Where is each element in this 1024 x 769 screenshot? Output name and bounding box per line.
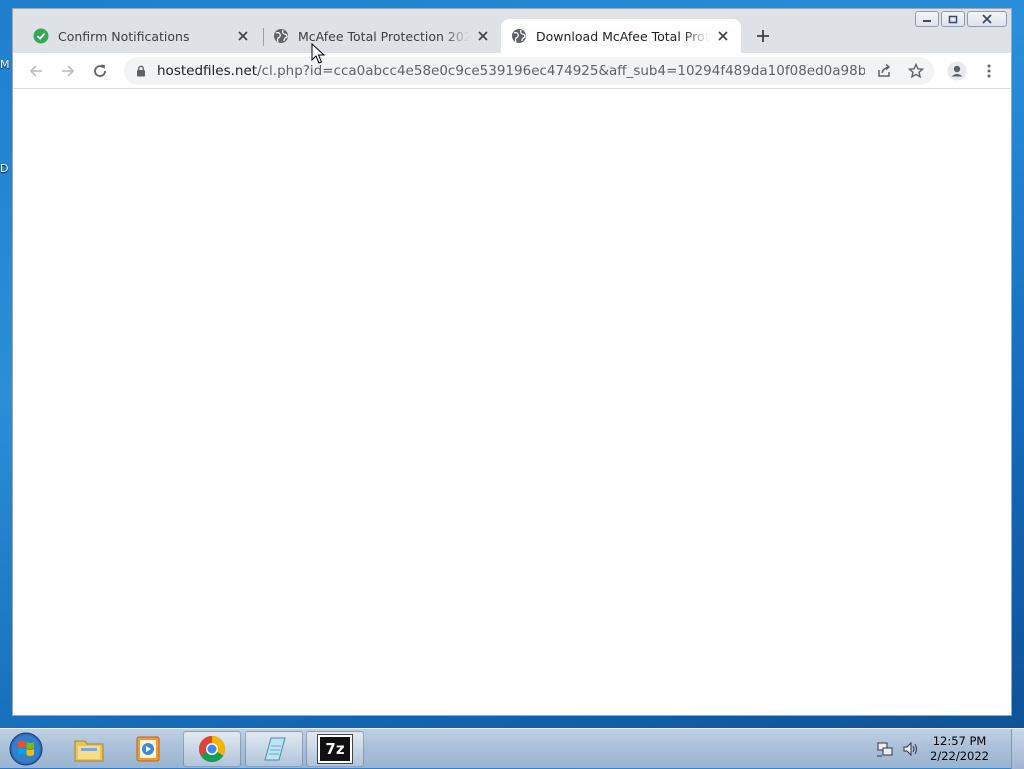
tab-confirm-notifications[interactable]: Confirm Notifications: [23, 19, 261, 53]
taskbar-explorer-button[interactable]: [60, 731, 118, 767]
browser-window: Confirm Notifications McAfee Total Prote…: [12, 8, 1012, 716]
reload-button[interactable]: [88, 59, 112, 83]
more-vert-icon: [987, 64, 991, 78]
url-host: hostedfiles.net: [157, 63, 258, 79]
tab-download-mcafee[interactable]: Download McAfee Total Protection: [501, 19, 741, 53]
lock-icon[interactable]: [134, 64, 148, 78]
tab-close-icon[interactable]: [475, 28, 491, 44]
globe-icon: [273, 28, 289, 44]
7zip-icon: 7z: [317, 734, 353, 764]
profile-button[interactable]: [945, 59, 969, 83]
desktop-icon-label: D: [0, 162, 9, 175]
url-text[interactable]: hostedfiles.net/cl.php?id=cca0abcc4e58e0…: [157, 63, 865, 79]
7zip-label: 7z: [325, 740, 345, 758]
share-icon[interactable]: [874, 61, 894, 81]
tab-close-icon[interactable]: [715, 28, 731, 44]
system-tray: 12:57 PM 2/22/2022: [876, 729, 1024, 769]
show-desktop-button[interactable]: [1011, 729, 1024, 769]
taskbar-chrome-button[interactable]: [183, 731, 241, 767]
plus-icon: [757, 30, 769, 42]
desktop-icon-label: M: [0, 58, 10, 71]
tab-close-icon[interactable]: [235, 28, 251, 44]
avatar-icon: [947, 61, 967, 81]
url-path: /cl.php?id=cca0abcc4e58e0c9ce539196ec474…: [257, 63, 865, 79]
windows-start-icon: [9, 732, 43, 766]
notepad-icon: [264, 737, 286, 761]
globe-icon: [511, 28, 527, 44]
media-player-icon: [136, 736, 160, 762]
mouse-cursor-icon: [311, 43, 325, 64]
tab-title: McAfee Total Protection 2022 Full: [298, 28, 469, 44]
taskbar-notepad-button[interactable]: [245, 731, 303, 767]
volume-icon[interactable]: [902, 740, 920, 758]
tab-mcafee-full[interactable]: McAfee Total Protection 2022 Full: [263, 19, 501, 53]
check-circle-icon: [33, 28, 49, 44]
taskbar: 7z 12:57 PM 2/22/2022: [0, 728, 1024, 769]
forward-button[interactable]: [56, 59, 80, 83]
bookmark-star-icon[interactable]: [906, 61, 926, 81]
taskbar-media-player-button[interactable]: [120, 731, 178, 767]
back-arrow-icon: [29, 65, 42, 77]
system-clock[interactable]: 12:57 PM 2/22/2022: [930, 734, 989, 764]
tab-title: Confirm Notifications: [58, 28, 190, 44]
taskbar-7zip-button[interactable]: 7z: [306, 731, 364, 767]
network-icon[interactable]: [876, 740, 894, 758]
page-content: [13, 89, 1011, 715]
chrome-icon: [198, 735, 226, 763]
browser-toolbar: hostedfiles.net/cl.php?id=cca0abcc4e58e0…: [13, 53, 1011, 89]
clock-date: 2/22/2022: [930, 749, 989, 763]
forward-arrow-icon: [62, 65, 75, 77]
reload-icon: [94, 64, 106, 77]
address-bar[interactable]: hostedfiles.net/cl.php?id=cca0abcc4e58e0…: [124, 57, 934, 85]
start-button[interactable]: [6, 731, 46, 767]
tab-title: Download McAfee Total Protection: [536, 28, 709, 44]
menu-button[interactable]: [977, 59, 1001, 83]
new-tab-button[interactable]: [751, 24, 775, 48]
back-button[interactable]: [24, 59, 48, 83]
folder-icon: [74, 740, 104, 762]
tab-strip: Confirm Notifications McAfee Total Prote…: [13, 19, 1011, 53]
clock-time: 12:57 PM: [932, 734, 987, 748]
